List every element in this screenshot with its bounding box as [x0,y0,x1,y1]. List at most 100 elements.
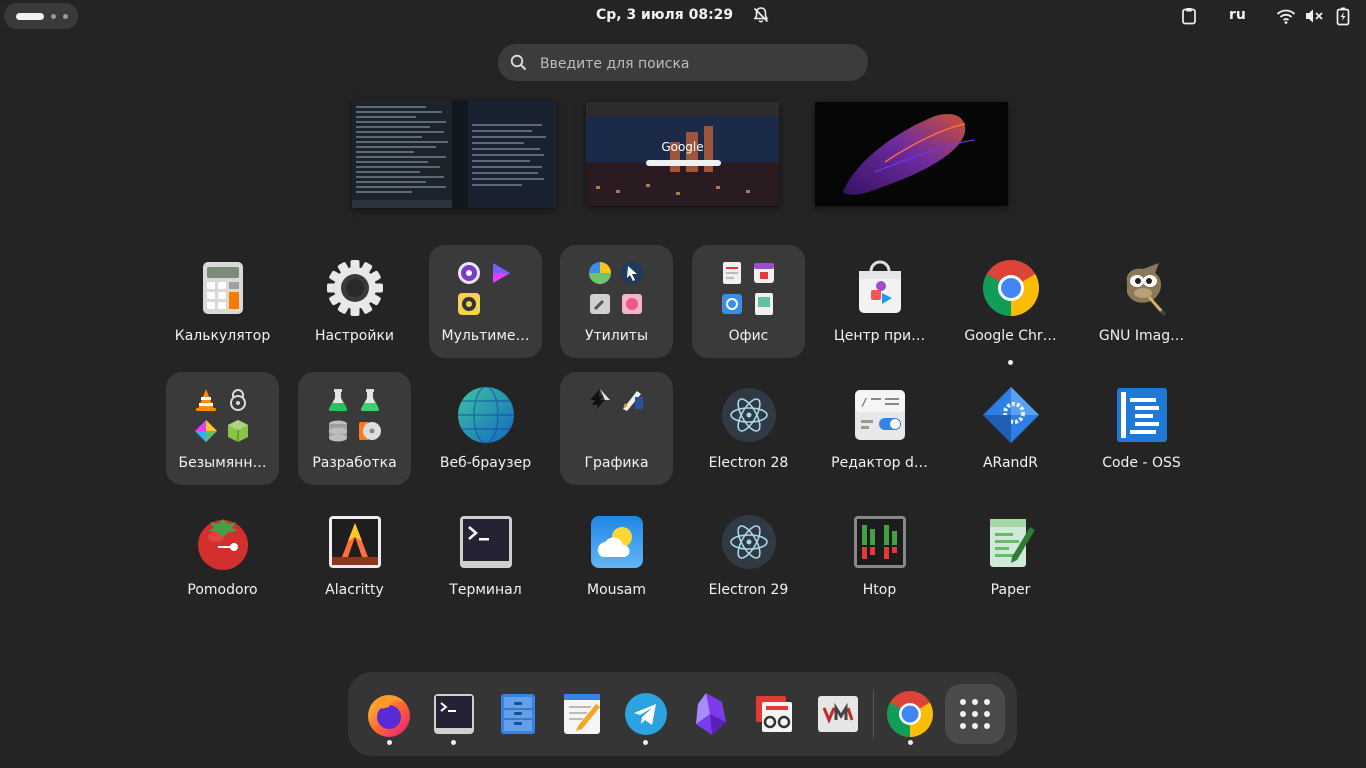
app-label: Electron 29 [708,582,789,598]
document-icon [723,262,741,284]
google-logo-text: Google [661,140,704,154]
draw-icon [623,391,643,411]
image-viewer-icon [622,294,642,314]
search-input[interactable] [538,44,852,83]
speaker-icon [458,293,480,315]
app-electron-29[interactable]: Electron 29 [692,499,805,612]
presentation-icon[interactable] [750,690,798,738]
volume-muted-icon[interactable] [1304,6,1324,26]
dock [348,672,1017,756]
app-mousam[interactable]: Mousam [560,499,673,612]
folder-development[interactable]: Разработка [298,372,411,485]
app-settings[interactable]: Настройки [298,245,411,358]
telegram-icon[interactable] [622,690,670,738]
screenshot-icon [621,262,643,284]
folder-utilities[interactable]: Утилиты [560,245,673,358]
app-google-chrome[interactable]: Google Chr… [954,245,1067,365]
text-editor-icon[interactable] [558,690,606,738]
chrome-icon [983,260,1039,316]
obsidian-icon[interactable] [686,690,734,738]
running-indicator [908,740,913,745]
app-label: Paper [990,582,1031,598]
workspace-thumbnail-3[interactable] [815,102,1008,206]
calculator-icon [203,262,243,314]
folder-multimedia[interactable]: Мультиме… [429,245,542,358]
app-label: Htop [862,582,897,598]
app-label: Alacritty [325,582,384,598]
virtual-machine-icon[interactable] [814,690,862,738]
app-electron-28[interactable]: Electron 28 [692,372,805,485]
htop-icon [854,516,906,568]
folder-graphics[interactable]: Графика [560,372,673,485]
app-label: Настройки [314,328,395,344]
software-center-icon [859,260,901,313]
app-gimp[interactable]: GNU Imag… [1085,245,1198,358]
app-label: Code - OSS [1102,455,1181,471]
browser-window-preview [586,102,779,206]
show-apps-icon [960,699,990,729]
do-not-disturb-icon [752,6,770,24]
folder-label: Мультиме… [441,328,530,344]
dconf-editor-icon: / [855,390,905,440]
folder-untitled[interactable]: Безымянн… [166,372,279,485]
running-indicator [451,740,456,745]
app-label: Pomodoro [187,582,258,598]
running-indicator [1008,360,1013,365]
battery-charging-icon[interactable] [1333,6,1353,26]
electron-icon [722,515,776,569]
keyboard-layout-indicator[interactable]: ru [1229,7,1246,23]
app-label: Electron 28 [708,455,789,471]
app-dconf-editor[interactable]: / Редактор d… [823,372,936,485]
wifi-icon[interactable] [1276,6,1296,26]
disc-burner-icon [359,422,381,440]
tomato-icon [198,519,248,570]
app-pomodoro[interactable]: Pomodoro [166,499,279,612]
calendar-icon [754,263,774,283]
contacts-icon [722,294,742,314]
alacritty-icon [329,516,381,568]
app-htop[interactable]: Htop [823,499,936,612]
clock-text: Ср, 3 июля 08:29 [595,7,734,23]
lock-icon [230,389,246,411]
wallpaper-preview [815,102,1008,206]
app-calculator[interactable]: Калькулятор [166,245,279,358]
app-alacritty[interactable]: Alacritty [298,499,411,612]
running-indicator [643,740,648,745]
app-label: Редактор d… [831,455,928,471]
top-bar: Ср, 3 июля 08:29 ru [0,0,1366,32]
show-apps-button[interactable] [945,684,1005,744]
flask-icon [329,389,347,411]
gimp-icon [1119,263,1167,317]
firefox-icon[interactable] [365,690,413,738]
app-paper[interactable]: Paper [954,499,1067,612]
terminal-icon [460,516,512,568]
app-label: Центр при… [833,328,926,344]
clipboard-icon[interactable] [1179,6,1199,26]
app-label: Веб-браузер [439,455,532,471]
video-player-icon [493,263,510,283]
chrome-icon[interactable] [886,690,934,738]
app-software-center[interactable]: Центр при… [823,245,936,358]
clock-button[interactable]: Ср, 3 июля 08:29 [0,6,1366,24]
files-icon[interactable] [494,690,542,738]
folder-label: Безымянн… [178,455,267,471]
terminal-icon[interactable] [430,690,478,738]
folder-office[interactable]: Офис [692,245,805,358]
app-web-browser[interactable]: Веб-браузер [429,372,542,485]
workspace-thumbnail-1[interactable] [352,100,556,208]
app-code-oss[interactable]: Code - OSS [1085,372,1198,485]
disk-usage-icon [589,262,611,284]
folder-label: Офис [728,328,769,344]
search-bar[interactable] [498,44,868,83]
database-icon [329,420,347,442]
electron-icon [722,388,776,442]
app-arandr[interactable]: ARandR [954,372,1067,485]
app-label: Калькулятор [174,328,271,344]
app-terminal[interactable]: Терминал [429,499,542,612]
colorful-tiles-icon [195,420,217,442]
workspace-thumbnail-2[interactable]: Google [586,102,779,206]
globe-icon [458,386,514,444]
settings-gear-icon [327,260,383,316]
folder-label: Графика [584,455,649,471]
search-icon [510,54,527,71]
